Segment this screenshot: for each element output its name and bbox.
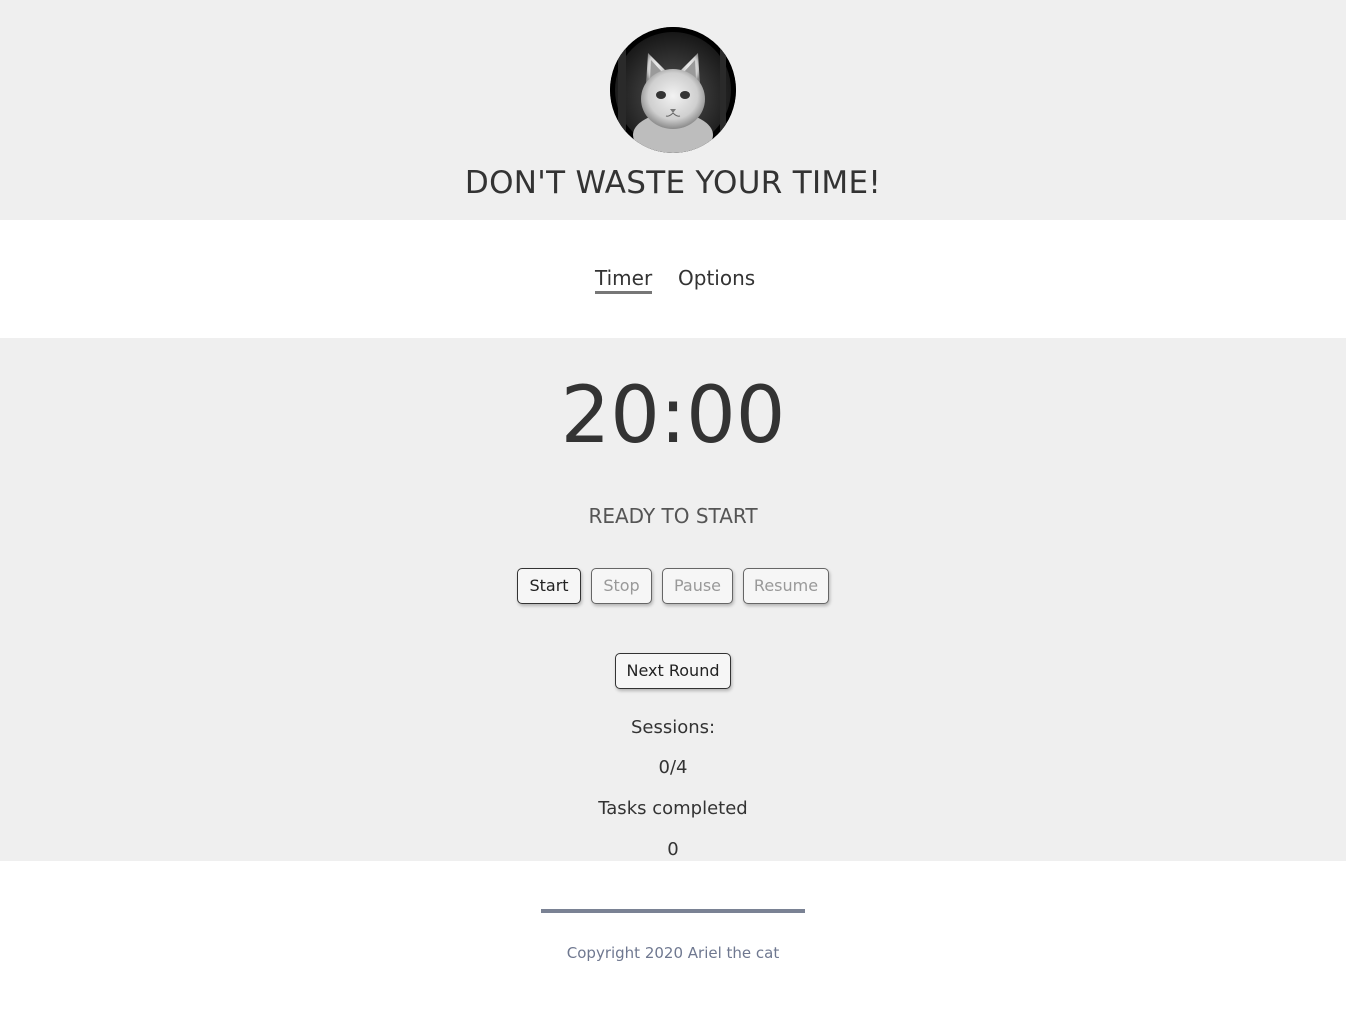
timer-status: READY TO START bbox=[588, 504, 758, 528]
stop-button[interactable]: Stop bbox=[591, 568, 652, 604]
header: DON'T WASTE YOUR TIME! bbox=[0, 0, 1346, 220]
nav-tabs: Timer Options bbox=[0, 220, 1346, 338]
tasks-value: 0 bbox=[667, 839, 679, 860]
cat-avatar bbox=[610, 27, 736, 153]
resume-button[interactable]: Resume bbox=[743, 568, 829, 604]
timer-display: 20:00 bbox=[560, 371, 786, 461]
next-round-button[interactable]: Next Round bbox=[615, 653, 731, 689]
sessions-label: Sessions: bbox=[630, 717, 716, 738]
pause-button[interactable]: Pause bbox=[662, 568, 733, 604]
copyright-text: Copyright 2020 Ariel the cat bbox=[566, 944, 780, 962]
footer-divider bbox=[541, 909, 805, 913]
cat-photo-icon bbox=[610, 27, 736, 153]
tasks-label: Tasks completed bbox=[598, 798, 748, 819]
tab-timer[interactable]: Timer bbox=[595, 265, 653, 294]
page-title: DON'T WASTE YOUR TIME! bbox=[464, 165, 882, 201]
start-button[interactable]: Start bbox=[517, 568, 581, 604]
timer-panel: 20:00 READY TO START Start Stop Pause Re… bbox=[0, 338, 1346, 861]
tab-options[interactable]: Options bbox=[678, 265, 755, 291]
sessions-value: 0/4 bbox=[658, 757, 688, 778]
